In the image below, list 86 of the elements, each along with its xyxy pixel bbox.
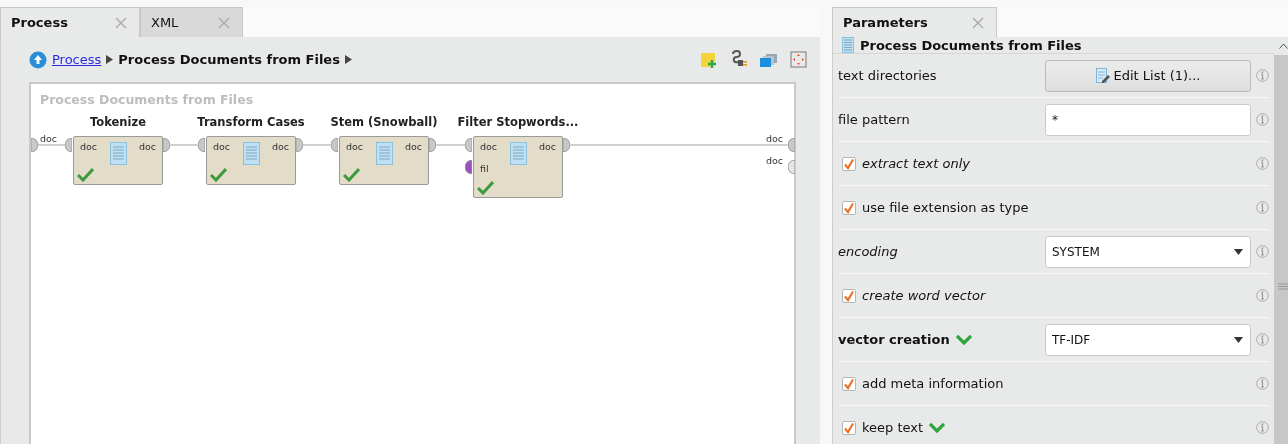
tab[interactable]: Parameters bbox=[832, 7, 997, 37]
info-icon[interactable] bbox=[1256, 245, 1269, 258]
port-label: doc bbox=[480, 141, 498, 152]
info-icon[interactable] bbox=[1256, 421, 1269, 434]
up-icon[interactable] bbox=[29, 50, 47, 69]
parameter-label: vector creation bbox=[838, 332, 950, 347]
caret-icon bbox=[1234, 336, 1243, 343]
close-icon[interactable] bbox=[218, 16, 230, 29]
port-label: doc bbox=[766, 133, 784, 144]
checkbox[interactable] bbox=[842, 420, 856, 435]
port-icon[interactable] bbox=[788, 160, 795, 174]
operator-box[interactable]: doc doc bbox=[339, 136, 429, 185]
scroll-up-button[interactable] bbox=[1274, 37, 1288, 55]
parameter-label: file pattern bbox=[838, 112, 910, 127]
edit-icon bbox=[1095, 67, 1110, 84]
caret-icon bbox=[106, 55, 114, 64]
note-add-icon[interactable] bbox=[699, 50, 718, 69]
info-icon[interactable] bbox=[1256, 333, 1269, 346]
breadcrumb-current: Process Documents from Files bbox=[118, 52, 340, 67]
parameter-label: encoding bbox=[838, 244, 898, 259]
port-label: doc bbox=[80, 141, 98, 152]
port-icon[interactable] bbox=[429, 138, 436, 152]
port-icon[interactable] bbox=[788, 138, 795, 152]
tab[interactable]: Process bbox=[0, 7, 140, 37]
info-icon[interactable] bbox=[1256, 157, 1269, 170]
edit-list-button[interactable]: Edit List (1)... bbox=[1045, 59, 1251, 92]
port-icon[interactable] bbox=[163, 138, 170, 152]
close-icon[interactable] bbox=[115, 16, 127, 29]
grip-icon[interactable] bbox=[1278, 283, 1288, 290]
fit-view-icon[interactable] bbox=[789, 50, 808, 69]
panel-title: Process Documents from Files bbox=[860, 37, 1082, 53]
checkbox[interactable] bbox=[842, 156, 856, 171]
caret-icon bbox=[1278, 43, 1288, 49]
document-icon bbox=[110, 142, 127, 165]
dropdown[interactable]: TF-IDF bbox=[1045, 323, 1251, 356]
operator-box[interactable]: doc fil doc bbox=[473, 136, 563, 198]
close-icon[interactable] bbox=[972, 16, 984, 29]
dropdown[interactable]: SYSTEM bbox=[1045, 235, 1251, 268]
port-label: fil bbox=[480, 163, 489, 174]
port-label: doc bbox=[766, 155, 784, 166]
info-icon[interactable] bbox=[1256, 289, 1269, 302]
document-icon bbox=[376, 142, 393, 165]
parameter-label: text directories bbox=[838, 68, 937, 83]
info-icon[interactable] bbox=[1256, 113, 1269, 126]
connection-line bbox=[302, 144, 333, 146]
port-label: doc bbox=[346, 141, 364, 152]
document-icon bbox=[510, 142, 527, 165]
caret-icon bbox=[1234, 248, 1243, 255]
checkbox[interactable] bbox=[842, 200, 856, 215]
info-icon[interactable] bbox=[1256, 377, 1269, 390]
input-field[interactable]: * bbox=[1045, 103, 1251, 136]
document-icon bbox=[243, 142, 260, 165]
port-label: doc bbox=[138, 141, 156, 152]
port-icon[interactable] bbox=[465, 160, 472, 174]
parameter-label: keep text bbox=[862, 420, 924, 435]
port-label: doc bbox=[213, 141, 231, 152]
port-label: doc bbox=[404, 141, 422, 152]
tab[interactable]: XML bbox=[140, 7, 243, 37]
info-icon[interactable] bbox=[1256, 69, 1269, 82]
canvas-title: Process Documents from Files bbox=[40, 92, 254, 107]
port-icon[interactable] bbox=[331, 138, 338, 152]
document-icon bbox=[842, 37, 854, 53]
port-icon[interactable] bbox=[31, 138, 38, 152]
port-icon[interactable] bbox=[198, 138, 205, 152]
checkbox[interactable] bbox=[842, 376, 856, 391]
port-label: doc bbox=[271, 141, 289, 152]
operator-box[interactable]: doc doc bbox=[206, 136, 296, 185]
port-icon[interactable] bbox=[296, 138, 303, 152]
port-icon[interactable] bbox=[65, 138, 72, 152]
port-icon[interactable] bbox=[563, 138, 570, 152]
checkbox[interactable] bbox=[842, 288, 856, 303]
connection-line bbox=[169, 144, 200, 146]
operator-box[interactable]: doc doc bbox=[73, 136, 163, 185]
connection-line bbox=[37, 144, 67, 146]
parameter-label: extract text only bbox=[862, 156, 970, 171]
caret-icon[interactable] bbox=[344, 55, 352, 64]
port-label: doc bbox=[538, 141, 556, 152]
port-icon[interactable] bbox=[465, 138, 472, 152]
parameter-label: add meta information bbox=[862, 376, 1004, 391]
port-label: doc bbox=[40, 133, 58, 144]
breadcrumb-link[interactable]: Process bbox=[52, 52, 102, 67]
info-icon[interactable] bbox=[1256, 201, 1269, 214]
parameter-label: create word vector bbox=[862, 288, 986, 303]
parameter-label: use file extension as type bbox=[862, 200, 1029, 215]
plug-icon[interactable] bbox=[729, 50, 748, 69]
connection-line bbox=[435, 144, 467, 146]
